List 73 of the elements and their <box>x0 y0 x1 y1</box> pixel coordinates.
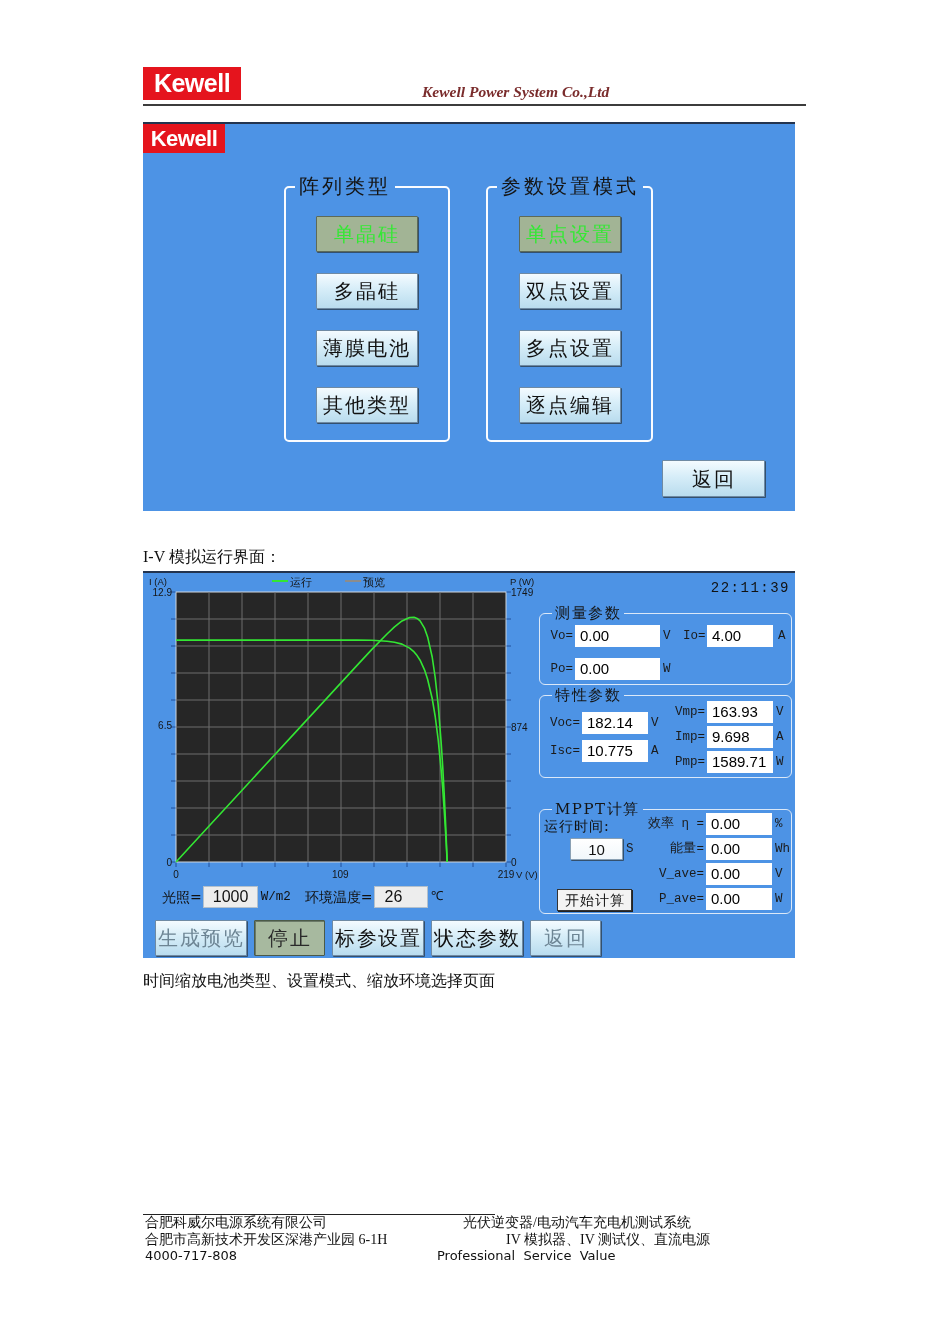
group-title: 测量参数 <box>552 603 624 623</box>
readout-field: 163.93 <box>707 701 773 723</box>
readout-field: 1589.71 <box>707 751 773 773</box>
unit-label: W <box>774 891 784 907</box>
readout-field: 182.14 <box>582 712 648 734</box>
unit-label: W <box>775 754 785 770</box>
readout-field: 0.00 <box>706 838 772 860</box>
footer-text: 合肥科威尔电源系统有限公司 <box>145 1215 327 1232</box>
unit-label: V <box>775 704 785 720</box>
footer-text: IV 模拟器、IV 测试仪、直流电源 <box>506 1231 711 1248</box>
axis-tick-label: 12.9 <box>152 586 172 598</box>
group-title: MPPT计算 <box>552 799 643 819</box>
field-label: Vmp= <box>674 704 706 720</box>
unit-label: V <box>650 715 660 731</box>
field-label: Vo= <box>549 628 574 644</box>
field-label: Io= <box>683 628 707 644</box>
readout-field: 0.00 <box>706 863 772 885</box>
unit-label: Wh <box>774 841 790 857</box>
readout-field: 4.00 <box>707 625 773 647</box>
group-title: 参数设置模式 <box>497 174 643 198</box>
field-label: V_ave= <box>658 866 705 882</box>
axis-title: I (A) <box>149 576 167 587</box>
footer-text: 光伏逆变器/电动汽车充电机测试系统 <box>463 1215 691 1232</box>
axis-tick-label: 874 <box>511 721 528 733</box>
unit-label: S <box>625 841 634 857</box>
field-label: Imp= <box>674 729 706 745</box>
legend-label: 运行 <box>290 576 312 588</box>
axis-tick-label: 0 <box>511 856 517 868</box>
field-label: Isc= <box>549 743 581 759</box>
clock-time: 22:11:39 <box>710 579 790 597</box>
unit-label: A <box>777 628 787 644</box>
brand-logo: Kewell <box>143 124 225 153</box>
field-label: 运行时间: <box>544 818 610 834</box>
axis-title: P (W) <box>510 576 535 587</box>
brand-logo: Kewell <box>143 67 241 100</box>
legend-label: 预览 <box>363 576 385 588</box>
caption: 时间缩放电池类型、设置模式、缩放环境选择页面 <box>143 971 495 991</box>
field-label: Voc= <box>549 715 581 731</box>
unit-label: W <box>662 661 672 677</box>
company-name: Kewell Power System Co.,Ltd <box>422 83 610 99</box>
group-title: 阵列类型 <box>295 174 395 198</box>
axis-title: V (V) <box>516 869 538 880</box>
field-label: Pmp= <box>674 754 706 770</box>
axis-tick-label: 109 <box>331 869 349 880</box>
unit-label: V <box>774 866 784 882</box>
axis-tick-label: 0 <box>166 856 172 868</box>
unit-label: W/m2 <box>260 889 291 905</box>
readout-field: 0.00 <box>575 658 660 680</box>
axis-tick-label: 6.5 <box>158 720 172 732</box>
axis-tick-label: 0 <box>173 869 179 880</box>
field-label: Po= <box>549 661 574 677</box>
unit-label: A <box>775 729 785 745</box>
readout-field: 10.775 <box>582 740 648 762</box>
axis-tick-label: 1749 <box>511 586 534 598</box>
field-label: P_ave= <box>658 891 705 907</box>
footer-text: 4000-717-808 <box>145 1248 238 1265</box>
group-title: 特性参数 <box>552 685 624 705</box>
unit-label: ℃ <box>431 889 444 905</box>
caption: I-V 模拟运行界面： <box>143 547 281 567</box>
field-label: 环境温度= <box>304 888 373 906</box>
unit-label: % <box>774 816 784 832</box>
footer-text: Professional Service Value <box>437 1248 616 1265</box>
readout-field: 0.00 <box>575 625 660 647</box>
field-label: 效率 η = <box>647 816 705 832</box>
unit-label: V <box>662 628 672 644</box>
footer-text: 合肥市高新技术开发区深港产业园 6-1H <box>145 1231 388 1248</box>
readout-field: 0.00 <box>706 888 772 910</box>
readout-field: 0.00 <box>706 813 772 835</box>
axis-tick-label: 219 <box>497 869 515 880</box>
unit-label: A <box>650 743 660 759</box>
field-label: 能量= <box>669 841 705 857</box>
readout-field: 9.698 <box>707 726 773 748</box>
field-label: 光照= <box>162 888 202 906</box>
